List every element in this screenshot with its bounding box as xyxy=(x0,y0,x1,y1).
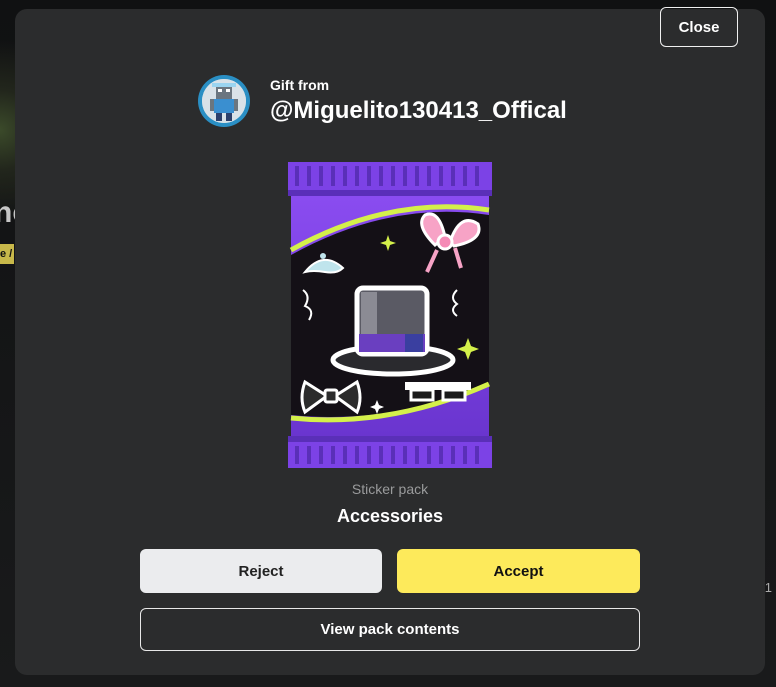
pack-type-label: Sticker pack xyxy=(351,481,429,497)
background-badge-fragment: e / xyxy=(0,244,14,264)
accept-button[interactable]: Accept xyxy=(397,549,640,593)
reject-button[interactable]: Reject xyxy=(140,549,382,593)
gift-from-label: Gift from xyxy=(270,77,330,93)
pack-name: Accessories xyxy=(336,506,444,526)
gift-sender: Gift from @Miguelito130413_Offical xyxy=(198,75,567,127)
background-number-fragment: 1 xyxy=(764,580,772,595)
view-pack-contents-button[interactable]: View pack contents xyxy=(140,608,640,651)
sender-username: @Miguelito130413_Offical xyxy=(270,97,567,124)
sender-avatar[interactable] xyxy=(198,75,250,127)
sticker-pack-image xyxy=(285,160,495,470)
user-avatar-icon xyxy=(202,79,246,123)
close-button[interactable]: Close xyxy=(660,7,738,47)
gift-modal: Close Gift from @Miguelito130413_Offical… xyxy=(15,7,765,675)
